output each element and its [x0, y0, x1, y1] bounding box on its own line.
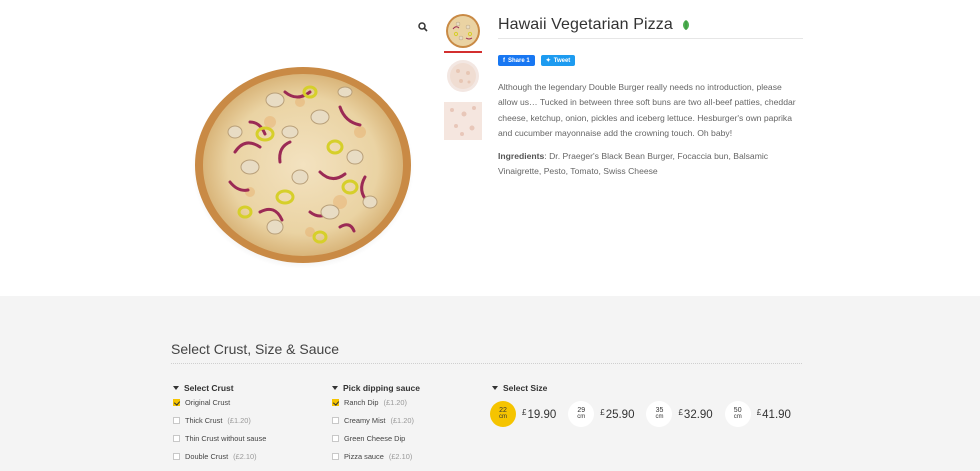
- caret-down-icon: [332, 386, 338, 390]
- options-background: [0, 296, 980, 471]
- crust-option[interactable]: Double Crust (£2.10): [173, 447, 271, 465]
- sauce-heading[interactable]: Pick dipping sauce: [332, 383, 420, 393]
- pizza-main-image: [192, 67, 414, 268]
- size-option-29[interactable]: 29 cm £25.90: [568, 401, 634, 427]
- size-price: £19.90: [522, 408, 556, 421]
- size-option-50[interactable]: 50 cm £41.90: [724, 401, 791, 427]
- size-price: £25.90: [600, 408, 634, 421]
- section-divider: [171, 363, 802, 364]
- facebook-share-button[interactable]: f Share 1: [498, 55, 535, 66]
- checkbox[interactable]: [332, 452, 339, 460]
- checkbox[interactable]: [332, 398, 339, 406]
- facebook-share-label: Share 1: [508, 57, 530, 64]
- size-price: £32.90: [678, 408, 712, 421]
- thumbnail-pizza-image: [444, 102, 482, 140]
- thumbnail-pizza-image: [447, 60, 479, 92]
- thumbnail-1[interactable]: [444, 12, 482, 53]
- facebook-icon: f: [503, 57, 505, 64]
- option-price: (£2.10): [388, 451, 413, 461]
- option-label: Pizza sauce: [344, 451, 384, 461]
- sauce-heading-label: Pick dipping sauce: [343, 383, 420, 393]
- size-option-22[interactable]: 22 cm £19.90: [490, 401, 556, 427]
- option-label: Green Cheese Dip: [344, 433, 406, 443]
- crust-option[interactable]: Thin Crust without sause: [173, 429, 271, 447]
- product-title: Hawaii Vegetarian Pizza: [498, 16, 673, 33]
- sauce-option[interactable]: Green Cheese Dip: [332, 429, 420, 447]
- size-heading[interactable]: Select Size: [492, 383, 547, 393]
- option-price: (£2.10): [233, 451, 257, 461]
- size-badge[interactable]: 29 cm: [568, 401, 595, 427]
- thumbnail-3[interactable]: [444, 102, 482, 140]
- option-price: (£1.20): [227, 415, 251, 425]
- crust-heading[interactable]: Select Crust: [173, 383, 271, 393]
- size-number: 35: [655, 407, 664, 414]
- checkbox[interactable]: [173, 398, 180, 406]
- product-ingredients: Ingredients: Dr. Praeger's Black Bean Bu…: [498, 149, 803, 180]
- option-label: Ranch Dip: [344, 397, 379, 407]
- sauce-option[interactable]: Ranch Dip (£1.20): [332, 393, 420, 411]
- option-label: Creamy Mist: [344, 415, 386, 425]
- size-number: 50: [733, 407, 742, 414]
- title-row: Hawaii Vegetarian Pizza: [498, 12, 803, 39]
- size-badge[interactable]: 22 cm: [490, 401, 516, 427]
- size-unit: cm: [733, 414, 742, 420]
- size-badge[interactable]: 50 cm: [724, 401, 751, 427]
- thumbnail-pizza-image: [446, 14, 480, 48]
- checkbox[interactable]: [173, 452, 180, 460]
- vegetarian-leaf-icon: [682, 20, 689, 30]
- currency-symbol: £: [600, 407, 605, 417]
- option-label: Thick Crust: [185, 415, 223, 425]
- crust-heading-label: Select Crust: [184, 383, 234, 393]
- thumbnail-list: [444, 12, 482, 147]
- checkbox[interactable]: [332, 416, 339, 424]
- option-label: Double Crust: [185, 451, 229, 461]
- options-section-title: Select Crust, Size & Sauce: [171, 341, 340, 357]
- checkbox[interactable]: [173, 416, 180, 424]
- option-price: (£1.20): [390, 415, 414, 425]
- currency-symbol: £: [522, 407, 527, 417]
- price-value: 41.90: [762, 408, 791, 421]
- option-price: (£1.20): [383, 397, 407, 407]
- caret-down-icon: [492, 386, 498, 390]
- share-row: f Share 1 ✦ Tweet: [498, 55, 803, 66]
- checkbox[interactable]: [173, 434, 180, 442]
- crust-option[interactable]: Original Crust: [173, 393, 271, 411]
- size-choices: 22 cm £19.90 29 cm £25.90 35 cm £32.90 5…: [490, 401, 791, 427]
- sauce-option[interactable]: Creamy Mist (£1.20): [332, 411, 420, 429]
- price-value: 25.90: [605, 408, 635, 421]
- sauce-options: Pick dipping sauce Ranch Dip (£1.20) Cre…: [332, 383, 420, 465]
- size-unit: cm: [655, 414, 664, 420]
- option-label: Original Crust: [185, 397, 231, 407]
- product-section: Hawaii Vegetarian Pizza f Share 1 ✦ Twee…: [0, 0, 980, 296]
- currency-symbol: £: [678, 407, 683, 417]
- size-unit: cm: [577, 414, 586, 420]
- size-price: £41.90: [757, 408, 791, 421]
- caret-down-icon: [173, 386, 179, 390]
- tweet-label: Tweet: [553, 57, 571, 64]
- size-badge[interactable]: 35 cm: [646, 401, 673, 427]
- crust-options: Select Crust Original Crust Thick Crust …: [173, 383, 271, 465]
- size-heading-label: Select Size: [503, 383, 548, 393]
- size-number: 22: [499, 407, 507, 414]
- currency-symbol: £: [756, 407, 762, 417]
- twitter-tweet-button[interactable]: ✦ Tweet: [540, 55, 576, 66]
- size-options: Select Size: [492, 383, 547, 393]
- product-details: Hawaii Vegetarian Pizza f Share 1 ✦ Twee…: [498, 12, 803, 180]
- checkbox[interactable]: [332, 434, 339, 442]
- size-number: 29: [577, 407, 586, 414]
- option-label: Thin Crust without sause: [185, 433, 267, 443]
- price-value: 32.90: [683, 408, 713, 421]
- sauce-option[interactable]: Pizza sauce (£2.10): [332, 447, 420, 465]
- ingredients-label: Ingredients: [498, 151, 545, 162]
- price-value: 19.90: [527, 408, 557, 421]
- product-description: Although the legendary Double Burger rea…: [498, 82, 796, 138]
- size-unit: cm: [499, 414, 507, 420]
- size-option-35[interactable]: 35 cm £32.90: [646, 401, 713, 427]
- crust-option[interactable]: Thick Crust (£1.20): [173, 411, 271, 429]
- thumbnail-2[interactable]: [444, 57, 482, 95]
- twitter-icon: ✦: [545, 58, 551, 64]
- zoom-icon[interactable]: [417, 21, 429, 33]
